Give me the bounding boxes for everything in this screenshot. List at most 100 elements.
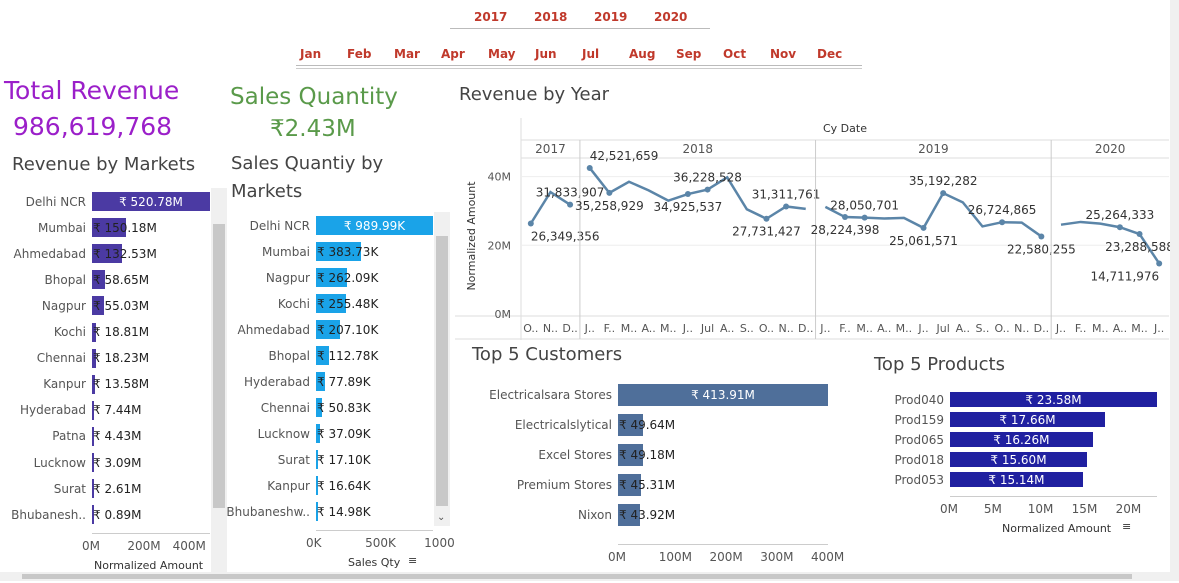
month-filter-item[interactable]: Aug: [629, 47, 655, 61]
month-filter-item[interactable]: Jul: [582, 47, 602, 61]
x-tick-label: 0M: [608, 550, 626, 564]
x-tick-label: 10M: [1027, 502, 1054, 516]
month-filter-item[interactable]: Oct: [723, 47, 746, 61]
month-filter-item[interactable]: May: [488, 47, 516, 61]
month-tick-label: N..: [543, 322, 558, 335]
month-tick-label: Jul: [936, 322, 950, 335]
month-tick-label: D..: [798, 322, 813, 335]
month-filter-item[interactable]: Jun: [535, 47, 557, 61]
month-tick-label: D..: [562, 322, 577, 335]
month-tick-label: O..: [759, 322, 774, 335]
year-filter-item[interactable]: 2017: [474, 10, 507, 24]
category-label: Surat: [53, 481, 86, 496]
year-filter-item[interactable]: 2019: [594, 10, 627, 24]
sales-qty-scroll-thumb[interactable]: [436, 236, 448, 506]
x-tick-label: 0M: [82, 539, 100, 554]
top-products-chart: Prod040 ₹ 23.58M Prod159 ₹ 17.66M Prod065 ₹ 1…: [880, 388, 1170, 538]
category-label: Electricalsara Stores: [489, 388, 612, 402]
data-label: 35,258,929: [575, 199, 644, 213]
page-horizontal-scroll-thumb[interactable]: [22, 574, 1132, 579]
bar-value-label: ₹ 16.64K: [317, 478, 371, 493]
sales-qty-chart: Delhi NCR ₹ 989.99K Mumbai ₹ 383.73K Nagpur ₹…: [226, 210, 456, 576]
x-axis-line: [92, 533, 210, 535]
sort-icon[interactable]: ≡: [408, 554, 417, 567]
bar-value-label: ₹ 15.14M: [988, 472, 1045, 487]
category-label: Excel Stores: [538, 448, 612, 462]
month-tick-label: S..: [975, 322, 989, 335]
revenue-markets-scroll-thumb[interactable]: [213, 224, 225, 508]
month-tick-label: J..: [819, 322, 830, 335]
month-tick-label: A..: [956, 322, 970, 335]
y-tick-label: 40M: [488, 171, 512, 184]
x-axis-title: Normalized Amount: [94, 559, 204, 573]
bar-value-label: ₹ 2.61M: [93, 481, 142, 496]
revenue-by-year-title: Revenue by Year: [459, 84, 610, 105]
year-panel-label: 2018: [682, 142, 713, 156]
total-revenue-value: 986,619,768: [13, 112, 173, 141]
x-tick-label: 400M: [810, 550, 845, 564]
scroll-down-icon[interactable]: ⌄: [437, 512, 445, 523]
category-label: Premium Stores: [516, 478, 612, 492]
column-header: Cy Date: [823, 122, 867, 135]
x-axis-title: Normalized Amount: [1002, 522, 1112, 535]
bar-value-label: ₹ 49.64M: [619, 418, 676, 432]
x-tick-label: 15M: [1071, 502, 1098, 516]
data-point: [527, 220, 534, 227]
data-label: 28,224,398: [811, 223, 880, 237]
month-filter-item[interactable]: Apr: [441, 47, 465, 61]
month-filter-item[interactable]: Feb: [347, 47, 371, 61]
year-filter: 2017 2018 2019 2020: [430, 6, 710, 30]
y-axis-title: Normalized Amount: [465, 181, 478, 291]
sales-quantity-title: Sales Quantity: [230, 84, 398, 110]
category-label: Nagpur: [265, 270, 310, 285]
year-panel-label: 2019: [918, 142, 949, 156]
month-tick-label: J..: [917, 322, 928, 335]
data-point: [704, 186, 711, 193]
data-label: 25,061,571: [889, 234, 958, 248]
revenue-markets-scrollbar[interactable]: [211, 188, 227, 574]
bar-value-label: ₹ 150.18M: [93, 220, 157, 235]
bar-value-label: ₹ 45.31M: [619, 478, 676, 492]
bar-value-label: ₹ 0.89M: [93, 507, 142, 522]
x-tick-label: 1000: [424, 536, 455, 550]
month-tick-label: J..: [1153, 322, 1164, 335]
bar-value-label: ₹ 207.10K: [317, 322, 379, 337]
revenue-line-svg: Cy Date 0M 20M 40M Normalized Amount 2017 O.. N…: [455, 118, 1174, 340]
category-label: Kochi: [277, 296, 310, 311]
data-label: 31,833,907: [536, 186, 605, 200]
month-tick-label: F..: [1075, 322, 1087, 335]
data-label: 31,311,761: [752, 187, 821, 201]
sales-qty-scrollbar[interactable]: ⌄: [434, 212, 450, 526]
month-filter-item[interactable]: Mar: [394, 47, 420, 61]
data-label: 27,731,427: [732, 225, 801, 239]
year-filter-item[interactable]: 2018: [534, 10, 567, 24]
bar-value-label: ₹ 989.99K: [343, 218, 406, 233]
sort-icon[interactable]: ≡: [1122, 520, 1131, 533]
top-customers-title: Top 5 Customers: [472, 344, 623, 365]
bar-value-label: ₹ 3.09M: [93, 455, 142, 470]
data-label: 14,711,976: [1090, 269, 1159, 283]
month-filter-item[interactable]: Sep: [676, 47, 701, 61]
bar-value-label: ₹ 77.89K: [317, 374, 371, 389]
data-point: [763, 215, 770, 222]
data-label: 42,521,659: [590, 149, 659, 163]
month-tick-label: A..: [1113, 322, 1127, 335]
data-point: [861, 214, 868, 221]
bar-value-label: ₹ 17.10K: [317, 452, 371, 467]
month-filter-item[interactable]: Dec: [817, 47, 842, 61]
month-filter-item[interactable]: Jan: [300, 47, 321, 61]
x-axis-line: [618, 544, 828, 545]
bar-value-label: ₹ 18.23M: [93, 351, 150, 366]
year-filter-item[interactable]: 2020: [654, 10, 687, 24]
category-label: Prod053: [894, 472, 944, 487]
category-label: Bhubanesh..: [11, 507, 86, 522]
month-filter-item[interactable]: Nov: [770, 47, 796, 61]
month-tick-label: F..: [839, 322, 851, 335]
bar-value-label: ₹ 112.78K: [317, 348, 379, 363]
page-vertical-scrollbar[interactable]: [1170, 0, 1179, 572]
category-label: Nixon: [578, 508, 612, 522]
month-tick-label: D..: [1034, 322, 1049, 335]
page-horizontal-scrollbar[interactable]: [0, 572, 1179, 581]
x-tick-label: 300M: [760, 550, 794, 564]
x-tick-label: 20M: [1115, 502, 1142, 516]
